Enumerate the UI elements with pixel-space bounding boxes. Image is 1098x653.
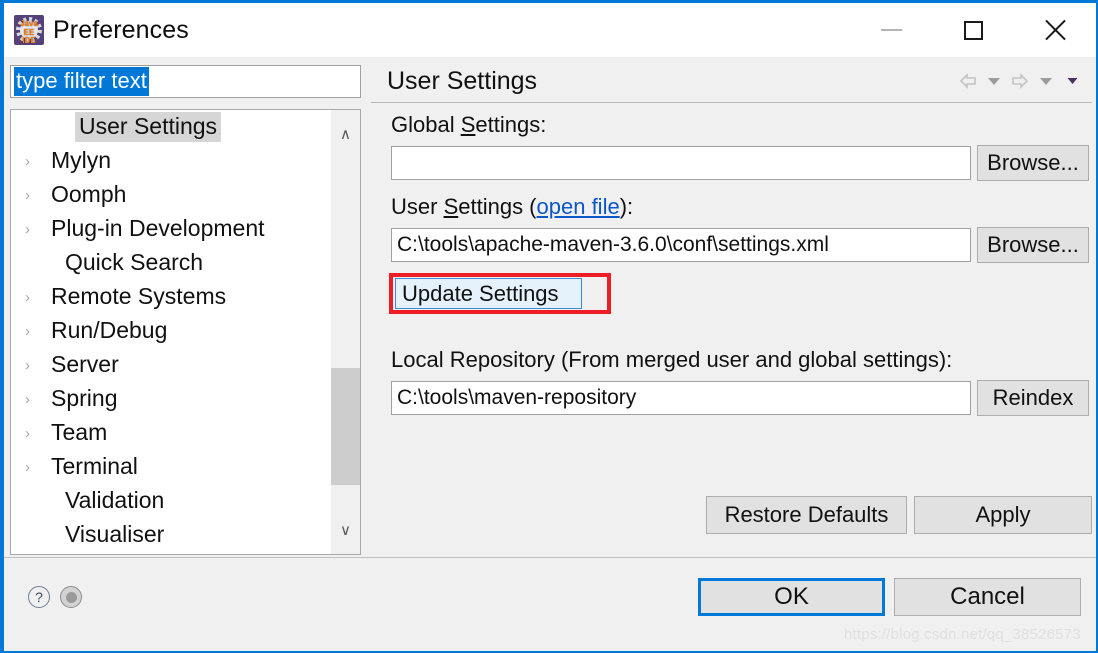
- tree-item-label: Quick Search: [65, 249, 204, 275]
- eclipse-java-ee-ide-icon: Java EE IDE: [14, 15, 44, 45]
- tree-item-user-settings[interactable]: User Settings: [11, 110, 331, 144]
- tree-item-label: Mylyn: [51, 147, 112, 173]
- tree-item-run-debug[interactable]: › Run/Debug: [11, 314, 331, 348]
- user-settings-input[interactable]: C:\tools\apache-maven-3.6.0\conf\setting…: [391, 228, 971, 262]
- local-repository-label: Local Repository (From merged user and g…: [391, 347, 953, 372]
- user-settings-label-mnemonic: S: [443, 194, 459, 219]
- dialog-footer: ? OK Cancel https://blog.csdn.net/qq_385…: [4, 557, 1096, 650]
- user-settings-label-mid: ettings (: [458, 194, 537, 219]
- global-settings-label-pre: Global: [391, 112, 461, 137]
- expand-chevron-right-icon[interactable]: ›: [25, 188, 47, 203]
- user-settings-label-pre: User: [391, 194, 444, 219]
- user-settings-label-post: ):: [619, 194, 634, 219]
- maximize-icon: [963, 20, 983, 40]
- expand-chevron-right-icon[interactable]: ›: [25, 460, 47, 475]
- global-settings-label-post: ettings:: [475, 112, 547, 137]
- expand-chevron-right-icon[interactable]: ›: [25, 154, 47, 169]
- page-title: User Settings: [387, 67, 538, 95]
- minimize-button[interactable]: [860, 3, 922, 57]
- tree-item-label: Run/Debug: [51, 317, 168, 343]
- expand-chevron-right-icon[interactable]: ›: [25, 358, 47, 373]
- global-settings-label: Global Settings:: [391, 112, 546, 138]
- app-icon-text-bottom: IDE: [22, 36, 36, 45]
- cancel-button[interactable]: Cancel: [894, 578, 1081, 616]
- tree-item-visualiser[interactable]: Visualiser: [11, 518, 331, 552]
- scrollbar-up-arrow-icon[interactable]: ∧: [331, 118, 360, 150]
- tree-item-validation[interactable]: Validation: [11, 484, 331, 518]
- ok-button[interactable]: OK: [698, 578, 885, 616]
- tree-item-label: Server: [51, 351, 119, 377]
- restore-defaults-button[interactable]: Restore Defaults: [706, 496, 907, 534]
- pane-navigation: [956, 69, 1084, 93]
- settings-pane: User Settings Global Settings: Browse...…: [371, 61, 1092, 555]
- user-settings-browse-button[interactable]: Browse...: [977, 227, 1089, 263]
- back-history-chevron-down-icon[interactable]: [982, 69, 1006, 93]
- tree-item-quick-search[interactable]: Quick Search: [11, 246, 331, 280]
- tree-item-label: Plug-in Development: [51, 215, 265, 241]
- global-settings-label-mnemonic: S: [460, 112, 476, 137]
- app-icon-text: Java EE IDE: [14, 19, 44, 45]
- open-file-link[interactable]: open file: [537, 194, 620, 219]
- tree-item-mylyn[interactable]: › Mylyn: [11, 144, 331, 178]
- tree-item-spring[interactable]: › Spring: [11, 382, 331, 416]
- forward-arrow-icon[interactable]: [1008, 69, 1032, 93]
- tree-item-label: Spring: [51, 385, 118, 411]
- expand-chevron-right-icon[interactable]: ›: [25, 392, 47, 407]
- title-bar: Java EE IDE Preferences: [4, 3, 1096, 57]
- tree-item-label: Team: [51, 419, 108, 445]
- back-arrow-icon[interactable]: [956, 69, 980, 93]
- tree-item-label: Visualiser: [65, 521, 165, 547]
- tree-item-label: Terminal: [51, 453, 138, 479]
- update-settings-button[interactable]: Update Settings: [395, 278, 582, 309]
- tree-item-label: Oomph: [51, 181, 127, 207]
- pane-menu-chevron-down-small-icon[interactable]: [1060, 69, 1084, 93]
- tree-item-oomph[interactable]: › Oomph: [11, 178, 331, 212]
- global-settings-browse-button[interactable]: Browse...: [977, 145, 1089, 181]
- context-help-dot-icon[interactable]: [60, 586, 82, 608]
- watermark-text: https://blog.csdn.net/qq_38526573: [844, 626, 1081, 643]
- window-title: Preferences: [53, 15, 189, 44]
- expand-chevron-right-icon[interactable]: ›: [25, 426, 47, 441]
- tree-item-server[interactable]: › Server: [11, 348, 331, 382]
- preferences-tree[interactable]: User Settings › Mylyn › Oomph › Plug-in Develo…: [10, 109, 361, 555]
- user-settings-label: User Settings (open file):: [391, 194, 633, 220]
- tree-item-label: User Settings: [75, 112, 222, 142]
- tree-item-label: Validation: [65, 487, 165, 513]
- apply-button[interactable]: Apply: [914, 496, 1092, 534]
- tree-item-label: Remote Systems: [51, 283, 227, 309]
- help-question-icon[interactable]: ?: [28, 586, 50, 608]
- tree-item-list: User Settings › Mylyn › Oomph › Plug-in Develo…: [11, 110, 331, 554]
- minimize-icon: [880, 29, 902, 31]
- footer-help-icons: ?: [28, 586, 82, 608]
- local-repository-input[interactable]: C:\tools\maven-repository: [391, 381, 971, 415]
- reindex-button[interactable]: Reindex: [977, 380, 1089, 416]
- expand-chevron-right-icon[interactable]: ›: [25, 324, 47, 339]
- tree-scrollbar[interactable]: ∧ ∨: [331, 110, 360, 554]
- preferences-dialog: Java EE IDE Preferences type filter text…: [0, 0, 1098, 653]
- global-settings-input[interactable]: [391, 146, 971, 180]
- pane-header: User Settings: [371, 61, 1092, 103]
- pane-body: Global Settings: Browse... User Settings…: [371, 104, 1092, 555]
- filter-input[interactable]: type filter text: [10, 65, 361, 98]
- close-icon: [1043, 18, 1067, 42]
- scrollbar-thumb[interactable]: [331, 368, 360, 485]
- scrollbar-down-arrow-icon[interactable]: ∨: [331, 514, 360, 546]
- close-button[interactable]: [1024, 3, 1086, 57]
- filter-input-value: type filter text: [14, 67, 149, 96]
- tree-item-terminal[interactable]: › Terminal: [11, 450, 331, 484]
- forward-history-chevron-down-icon[interactable]: [1034, 69, 1058, 93]
- app-icon-text-top: Java EE: [20, 19, 38, 37]
- expand-chevron-right-icon[interactable]: ›: [25, 222, 47, 237]
- tree-item-team[interactable]: › Team: [11, 416, 331, 450]
- maximize-button[interactable]: [942, 3, 1004, 57]
- tree-item-remote-systems[interactable]: › Remote Systems: [11, 280, 331, 314]
- tree-item-plug-in-development[interactable]: › Plug-in Development: [11, 212, 331, 246]
- expand-chevron-right-icon[interactable]: ›: [25, 290, 47, 305]
